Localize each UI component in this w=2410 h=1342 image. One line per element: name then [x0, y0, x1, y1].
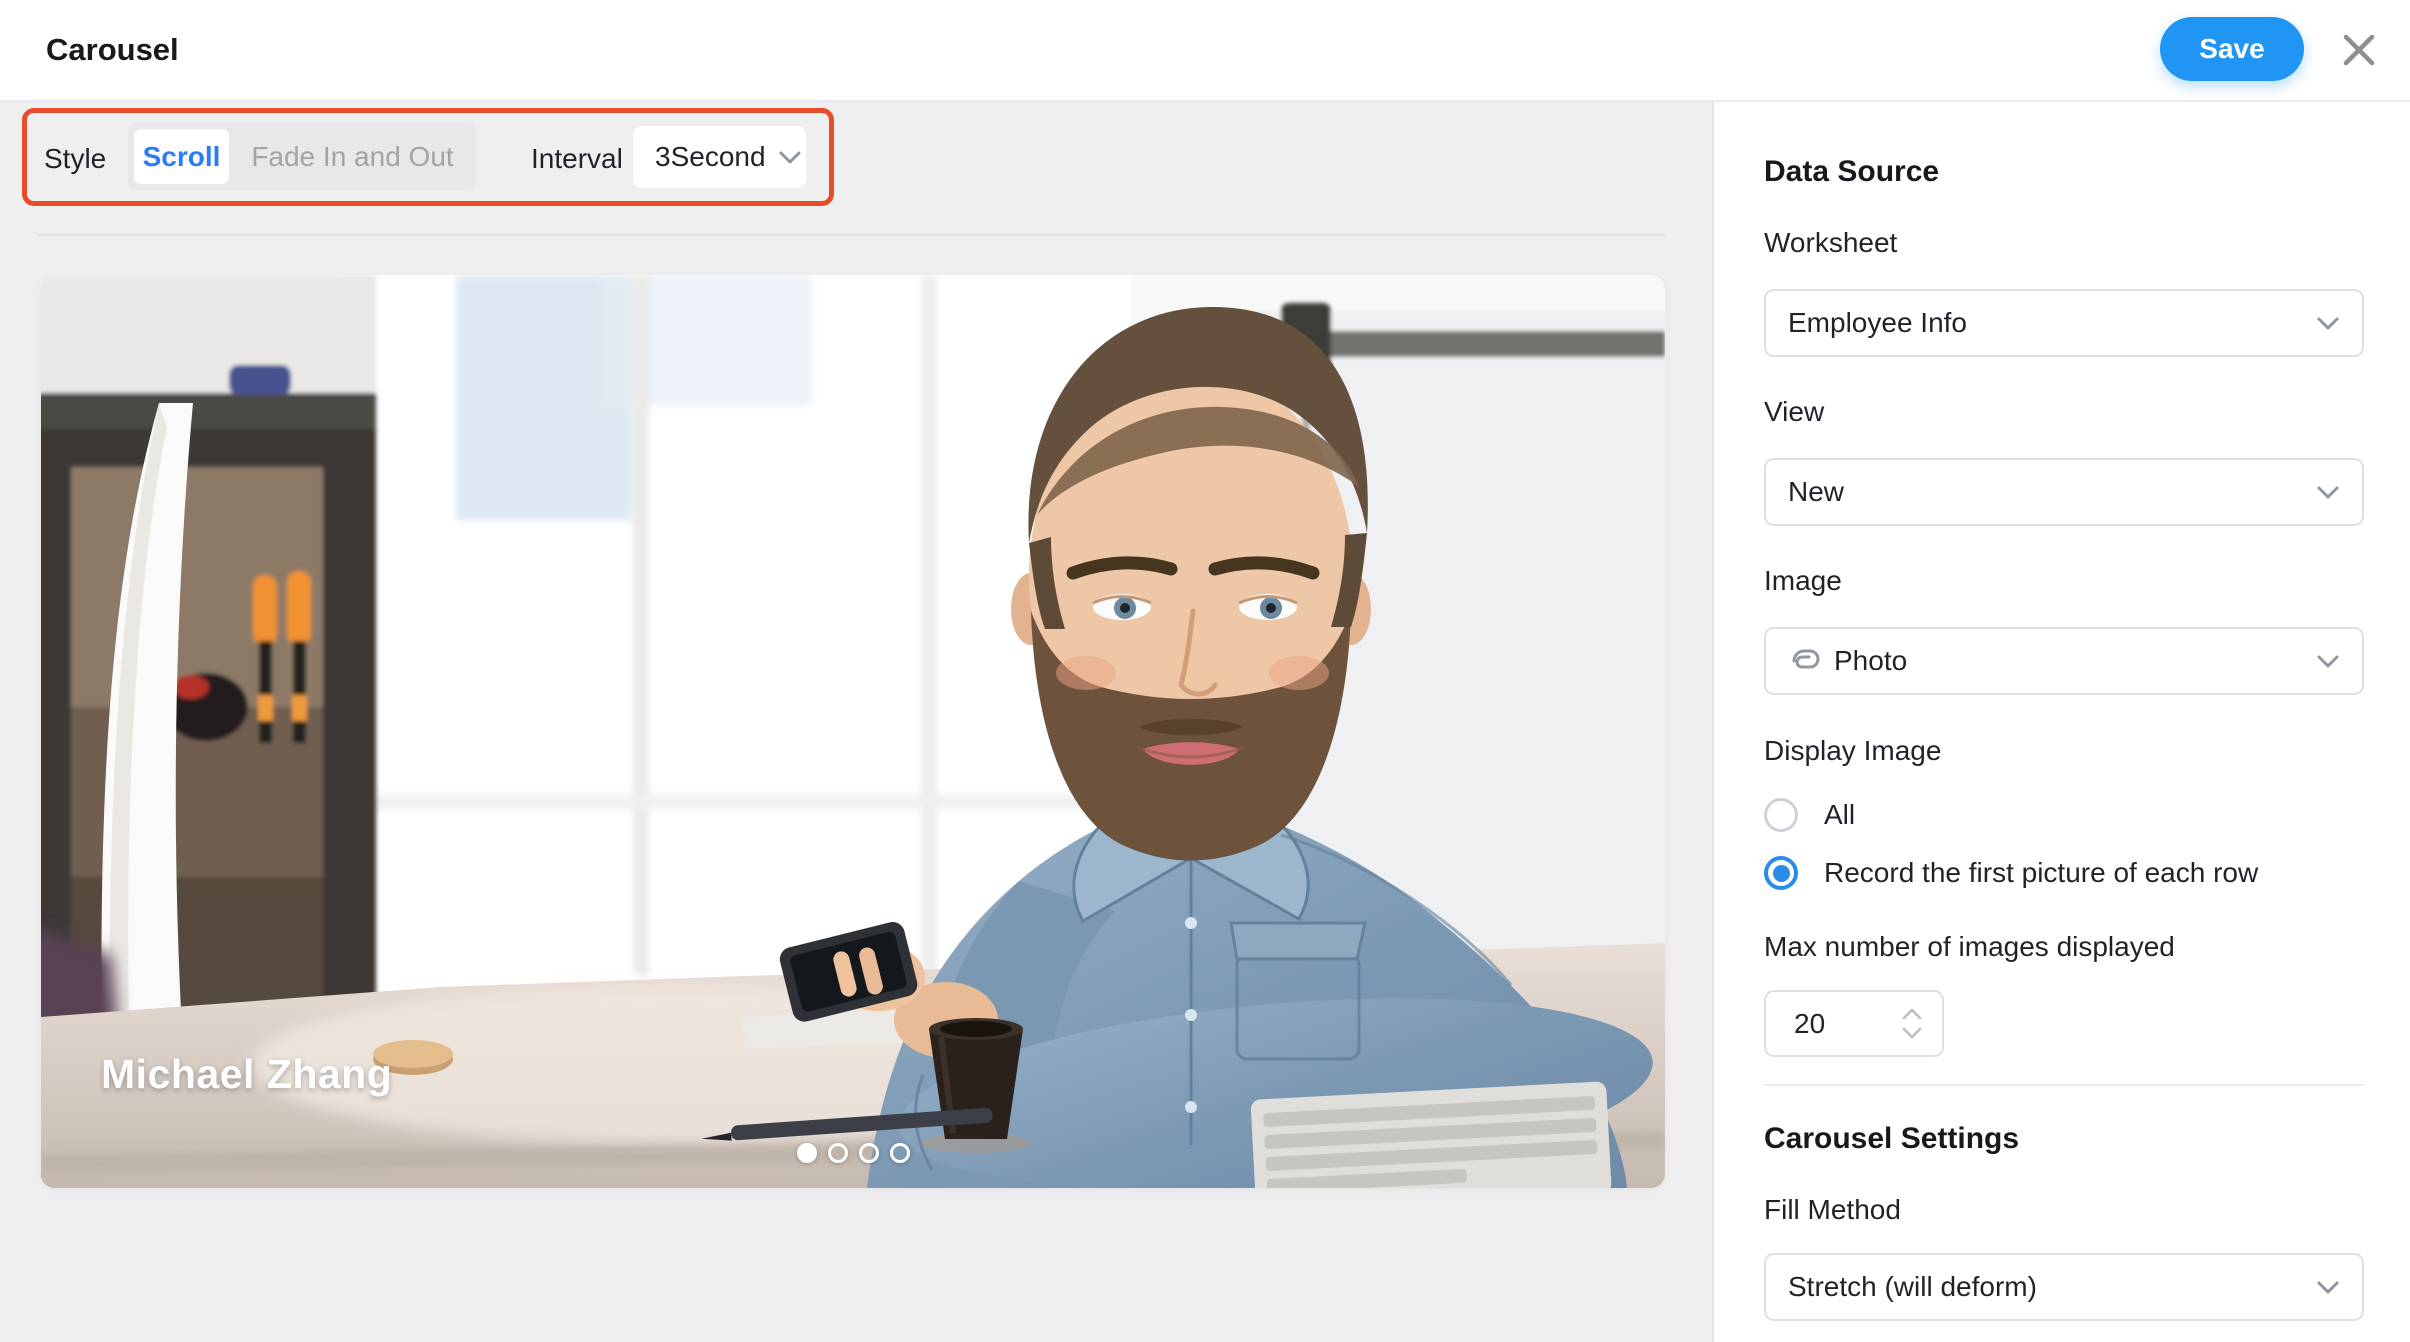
view-select[interactable]: New [1764, 458, 2364, 526]
pagination-dot-4[interactable] [890, 1143, 910, 1163]
fill-method-value: Stretch (will deform) [1788, 1271, 2304, 1303]
image-select[interactable]: Photo [1764, 627, 2364, 695]
image-label: Image [1764, 565, 2364, 597]
carousel-settings-heading: Carousel Settings [1764, 1122, 2364, 1156]
settings-panel: Data Source Worksheet Employee Info View… [1712, 102, 2410, 1342]
radio-option-first-picture[interactable]: Record the first picture of each row [1764, 856, 2364, 890]
chevron-down-icon [2316, 1280, 2340, 1295]
image-value: Photo [1834, 645, 2304, 677]
style-label: Style [44, 143, 106, 175]
close-icon [2339, 30, 2379, 70]
fill-method-label: Fill Method [1764, 1194, 2364, 1226]
number-stepper[interactable] [1902, 1008, 1922, 1039]
radio-option-all[interactable]: All [1764, 798, 2364, 832]
pagination-dot-2[interactable] [828, 1143, 848, 1163]
radio-label: Record the first picture of each row [1824, 857, 2258, 889]
view-value: New [1788, 476, 2304, 508]
view-label: View [1764, 396, 2364, 428]
interval-select[interactable]: 3Second [633, 126, 806, 188]
carousel-pagination [41, 1143, 1665, 1163]
max-images-label: Max number of images displayed [1764, 931, 2364, 963]
carousel-caption: Michael Zhang [101, 1051, 392, 1098]
pagination-dot-3[interactable] [859, 1143, 879, 1163]
max-images-input[interactable]: 20 [1764, 990, 1944, 1057]
chevron-down-icon [2316, 654, 2340, 669]
chevron-down-icon [778, 150, 802, 165]
pagination-dot-1[interactable] [797, 1143, 817, 1163]
radio-circle-selected[interactable] [1764, 856, 1798, 890]
style-segmented-control: Scroll Fade In and Out [128, 123, 476, 190]
toolbar-divider [38, 234, 1665, 236]
worksheet-label: Worksheet [1764, 227, 2364, 259]
chevron-down-icon[interactable] [1902, 1027, 1922, 1039]
worksheet-select[interactable]: Employee Info [1764, 289, 2364, 357]
interval-label: Interval [531, 143, 623, 175]
chevron-down-icon [2316, 485, 2340, 500]
display-image-label: Display Image [1764, 735, 2364, 767]
style-option-fade[interactable]: Fade In and Out [229, 141, 476, 173]
chevron-up-icon[interactable] [1902, 1008, 1922, 1020]
section-divider [1764, 1084, 2364, 1086]
save-button[interactable]: Save [2160, 17, 2304, 81]
radio-circle-unselected[interactable] [1764, 798, 1798, 832]
close-button[interactable] [2336, 27, 2382, 73]
paperclip-icon [1788, 645, 1820, 677]
page-title: Carousel [46, 0, 179, 100]
carousel-preview: Michael Zhang [41, 275, 1665, 1188]
style-option-scroll[interactable]: Scroll [134, 129, 229, 184]
radio-label: All [1824, 799, 1855, 831]
worksheet-value: Employee Info [1788, 307, 2304, 339]
dialog-header: Carousel Save [0, 0, 2410, 102]
preview-pane: Style Scroll Fade In and Out Interval 3S… [0, 102, 1712, 1342]
chevron-down-icon [2316, 316, 2340, 331]
max-images-value: 20 [1794, 1008, 1902, 1040]
fill-method-select[interactable]: Stretch (will deform) [1764, 1253, 2364, 1321]
interval-value: 3Second [655, 141, 766, 173]
data-source-heading: Data Source [1764, 155, 2364, 189]
